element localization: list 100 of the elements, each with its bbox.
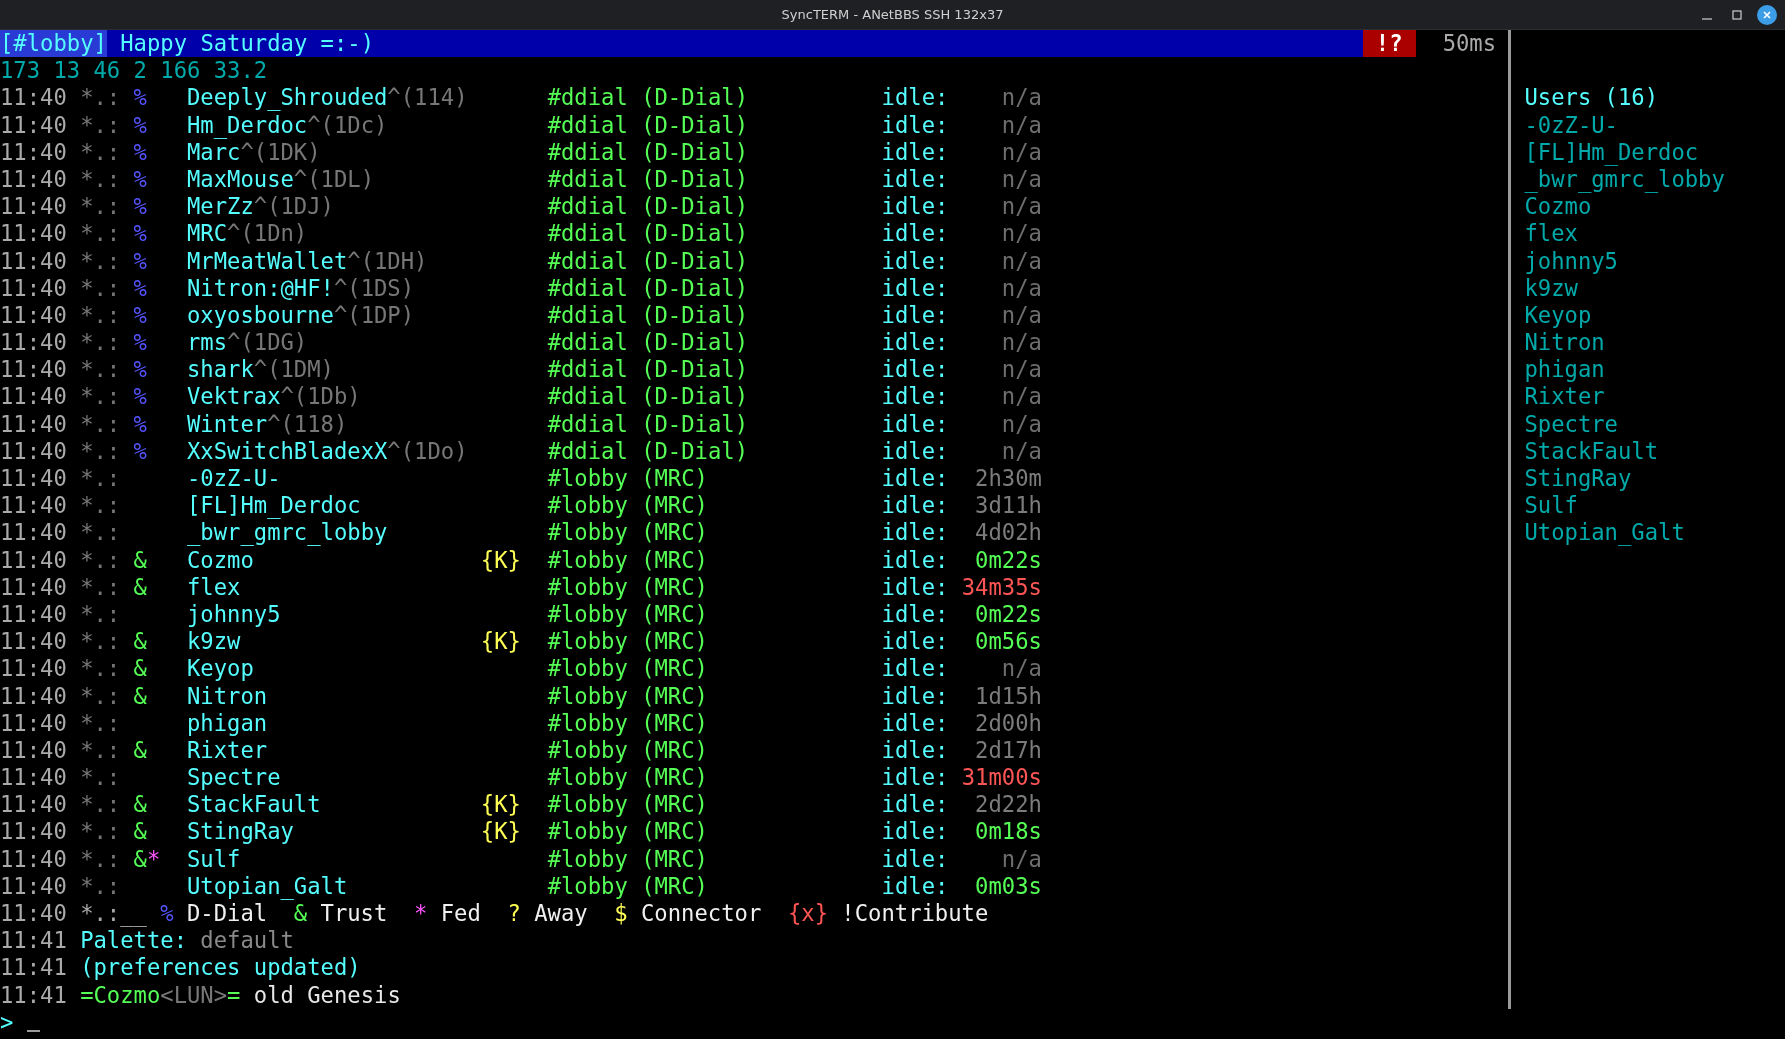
legend-symbol: {x} <box>787 900 828 928</box>
user-list-item[interactable]: Cozmo <box>1524 193 1785 221</box>
idle-label: idle: <box>881 274 950 302</box>
status-symbol: & <box>133 845 147 873</box>
user-list-item[interactable]: Nitron <box>1524 329 1785 357</box>
channel-name: #ddial (D-Dial) <box>547 329 749 357</box>
user-list-item[interactable]: flex <box>1524 220 1785 248</box>
nick-name: StackFault <box>187 791 321 819</box>
idle-time: n/a <box>1000 437 1042 465</box>
idle-time: 2d17h <box>974 736 1042 765</box>
legend-label: Fed <box>440 900 481 928</box>
idle-time: 2d00h <box>974 709 1042 737</box>
idle-label: idle: <box>881 791 950 819</box>
status-symbol: % <box>133 437 147 465</box>
user-list-item[interactable]: johnny5 <box>1524 247 1785 275</box>
nick-name: XxSwitchBladexX <box>187 437 388 465</box>
time-label: 11:40 <box>0 138 68 166</box>
channel-name: #ddial (D-Dial) <box>547 410 749 438</box>
line-marker: *.: <box>80 628 122 656</box>
nick-suffix: ^(1DJ) <box>253 193 334 221</box>
status-symbol: % <box>133 111 147 139</box>
line-marker: *.: <box>80 247 122 275</box>
user-list-item[interactable]: Rixter <box>1524 383 1785 411</box>
channel-name: #ddial (D-Dial) <box>547 138 749 166</box>
user-list-item[interactable]: -0zZ-U- <box>1524 111 1785 139</box>
status-symbol: & <box>133 546 147 574</box>
nick-name: Rixter <box>187 736 268 765</box>
nick-name: Keyop <box>187 655 254 683</box>
line-marker: *.: <box>80 872 122 900</box>
status-symbol: % <box>133 193 147 221</box>
channel-name: #ddial (D-Dial) <box>547 356 749 384</box>
line-marker: *.: <box>80 682 122 710</box>
channel-name: #ddial (D-Dial) <box>547 437 749 465</box>
line-marker: *.: <box>80 329 122 357</box>
idle-time: n/a <box>1000 274 1042 302</box>
user-list-item[interactable]: _bwr_gmrc_lobby <box>1524 165 1785 194</box>
idle-time: n/a <box>1000 410 1042 438</box>
time-label: 11:40 <box>0 736 68 765</box>
nick-name: MaxMouse <box>187 165 294 194</box>
time-label: 11:40 <box>0 356 68 384</box>
legend-symbol: $ <box>614 900 628 928</box>
nick-suffix: ^(1DK) <box>240 138 321 166</box>
nick-name: oxyosbourne <box>187 301 334 330</box>
user-list-item[interactable]: phigan <box>1524 356 1785 384</box>
user-list-item[interactable]: Keyop <box>1524 301 1785 330</box>
user-list-item[interactable]: StackFault <box>1524 437 1785 466</box>
channel-name: #lobby (MRC) <box>547 791 709 819</box>
idle-label: idle: <box>881 845 950 873</box>
status-symbol: % <box>133 84 147 112</box>
nick-name: MrMeatWallet <box>187 247 348 275</box>
idle-label: idle: <box>881 682 950 710</box>
time-label: 11:40 <box>0 845 68 873</box>
idle-time: n/a <box>1000 111 1042 139</box>
message-tag: <LUN> <box>160 981 228 1009</box>
user-list-item[interactable]: k9zw <box>1524 274 1785 302</box>
time-label: 11:41 <box>0 927 68 955</box>
nick-name: Utopian_Galt <box>187 872 348 900</box>
time-label: 11:40 <box>0 546 68 574</box>
time-label: 11:40 <box>0 791 68 819</box>
idle-label: idle: <box>881 492 950 520</box>
user-list-item[interactable]: [FL]Hm_Derdoc <box>1524 138 1785 166</box>
nick-suffix: ^(1DG) <box>227 329 308 357</box>
user-list-item[interactable]: StingRay <box>1524 465 1785 493</box>
channel-name: #ddial (D-Dial) <box>547 247 749 275</box>
nick-name: MRC <box>187 220 228 248</box>
nick-name: [FL]Hm_Derdoc <box>187 492 361 520</box>
legend-label: Connector <box>641 900 762 928</box>
idle-label: idle: <box>881 356 950 384</box>
line-marker: *.: <box>80 356 122 384</box>
user-list-item[interactable]: Spectre <box>1524 410 1785 438</box>
user-list-item[interactable]: Utopian_Galt <box>1524 519 1785 547</box>
channel-name: #lobby (MRC) <box>547 492 709 520</box>
channel-name: #lobby (MRC) <box>547 546 709 574</box>
time-label: 11:40 <box>0 111 68 139</box>
nick-suffix: ^(118) <box>267 410 348 438</box>
time-label: 11:40 <box>0 519 68 547</box>
time-label: 11:40 <box>0 709 68 737</box>
user-list-item[interactable]: Sulf <box>1524 492 1785 520</box>
idle-label: idle: <box>881 329 950 357</box>
nick-suffix: ^(1Db) <box>280 383 361 411</box>
nick-name: phigan <box>187 709 268 737</box>
idle-time: 2h30m <box>974 465 1042 493</box>
idle-time: 0m22s <box>974 600 1042 629</box>
idle-label: idle: <box>881 465 950 493</box>
status-symbol: % <box>133 410 147 438</box>
idle-time: n/a <box>1000 220 1042 248</box>
idle-time: n/a <box>1000 383 1042 411</box>
line-marker: *.: <box>80 410 122 438</box>
channel-name: #lobby (MRC) <box>547 764 709 792</box>
time-label: 11:40 <box>0 465 68 493</box>
idle-time: 0m03s <box>974 872 1042 900</box>
time-label: 11:40 <box>0 165 68 194</box>
close-button[interactable] <box>1757 5 1777 25</box>
channel-name: #lobby (MRC) <box>547 628 709 656</box>
time-label: 11:40 <box>0 573 68 601</box>
channel-name: #ddial (D-Dial) <box>547 193 749 221</box>
status-symbol: & <box>133 682 147 710</box>
line-marker: *.: <box>80 193 122 221</box>
line-marker: *.: <box>80 573 122 601</box>
status-symbol: % <box>133 383 147 411</box>
